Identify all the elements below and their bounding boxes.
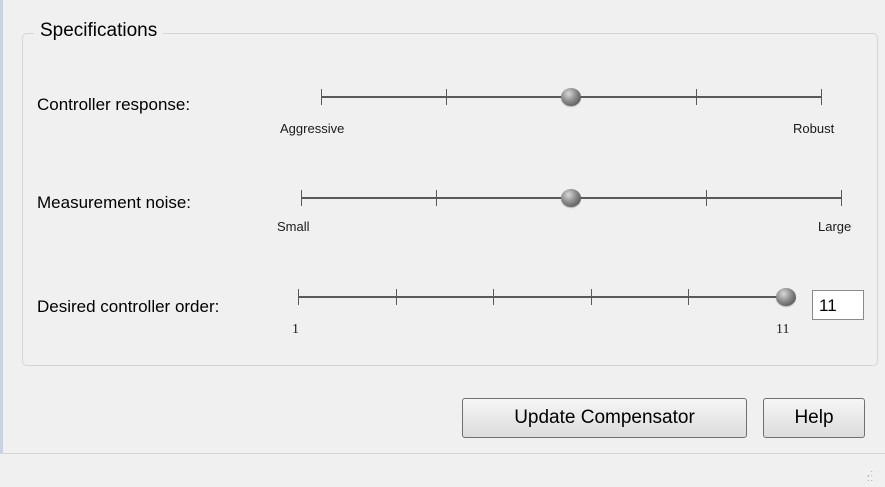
- slider-tick: [321, 89, 322, 105]
- controller-response-min-label: Aggressive: [280, 121, 345, 136]
- controller-response-slider[interactable]: [321, 87, 822, 107]
- slider-thumb[interactable]: [561, 88, 581, 106]
- slider-thumb[interactable]: [561, 189, 581, 207]
- controller-response-label: Controller response:: [37, 95, 191, 114]
- controller-response-max-label: Robust: [793, 121, 835, 136]
- controller-order-min-label: 1: [292, 322, 299, 337]
- measurement-noise-min-label: Small: [277, 219, 310, 234]
- slider-tick: [688, 289, 690, 305]
- measurement-noise-slider[interactable]: [301, 188, 842, 208]
- slider-tick: [706, 190, 707, 206]
- status-bar: .::.: [0, 453, 885, 487]
- controller-order-slider[interactable]: [298, 287, 796, 307]
- update-compensator-button[interactable]: Update Compensator: [462, 398, 747, 438]
- slider-thumb[interactable]: [776, 288, 796, 306]
- slider-tick: [298, 289, 299, 305]
- measurement-noise-label: Measurement noise:: [37, 193, 192, 212]
- window-frame-edge: [0, 0, 3, 487]
- slider-tick: [395, 289, 397, 305]
- specifications-title: Specifications: [34, 20, 164, 42]
- resize-grip-icon[interactable]: .::.: [867, 469, 877, 483]
- slider-tick: [841, 190, 842, 206]
- slider-tick: [821, 89, 822, 105]
- slider-tick: [590, 289, 592, 305]
- slider-tick: [436, 190, 437, 206]
- slider-tick: [696, 89, 697, 105]
- slider-tick: [446, 89, 447, 105]
- slider-tick: [301, 190, 302, 206]
- help-button[interactable]: Help: [763, 398, 865, 438]
- measurement-noise-max-label: Large: [818, 219, 852, 234]
- slider-tick: [493, 289, 495, 305]
- controller-order-label: Desired controller order:: [37, 297, 220, 316]
- controller-order-input[interactable]: 11: [812, 290, 864, 320]
- slider-track: [298, 296, 786, 298]
- controller-order-max-label: 11: [776, 322, 790, 337]
